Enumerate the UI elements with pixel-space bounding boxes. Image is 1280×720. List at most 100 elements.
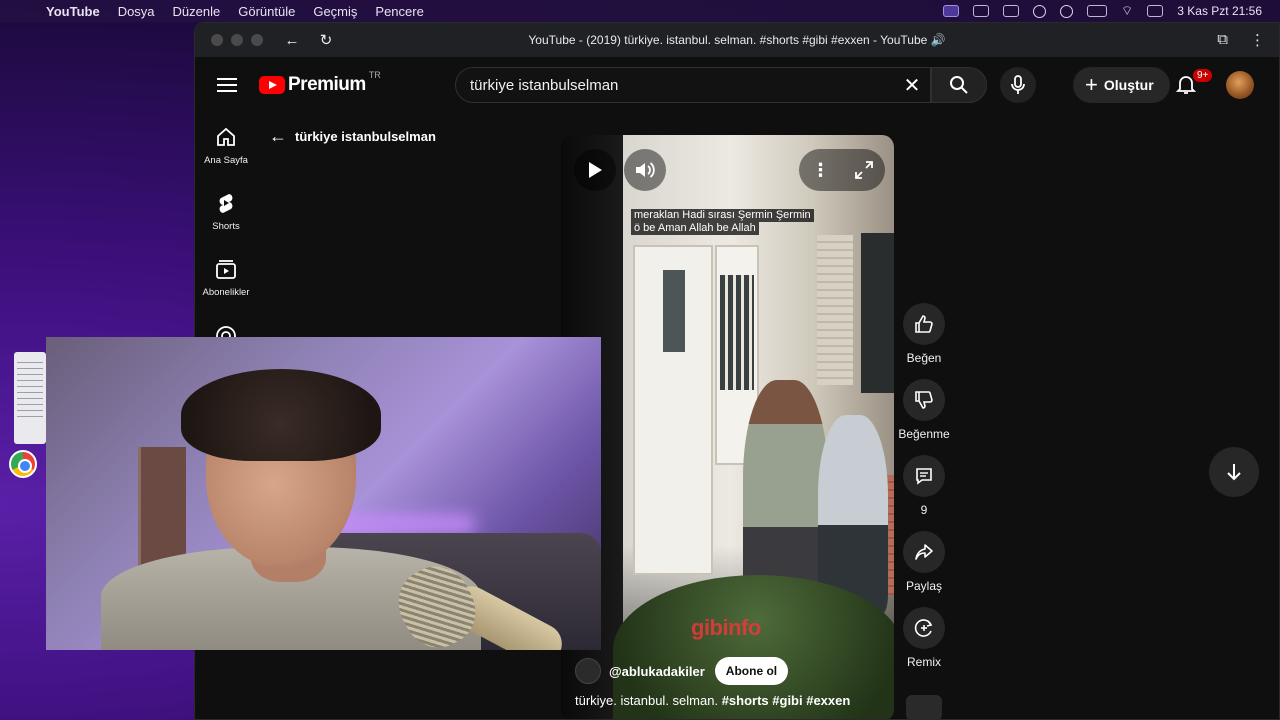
zoom-window-button[interactable] <box>251 34 263 46</box>
window-title: YouTube - (2019) türkiye. istanbul. selm… <box>528 33 946 47</box>
more-menu-icon[interactable]: ⋮ <box>1250 31 1265 49</box>
sidebar-item-label: Shorts <box>212 221 240 232</box>
share-label: Paylaş <box>905 579 943 593</box>
menu-bar: YouTube Dosya Düzenle Görüntüle Geçmiş P… <box>0 0 1280 22</box>
more-options-icon[interactable]: ⋮ <box>812 160 830 181</box>
menu-icon[interactable] <box>217 78 237 92</box>
brand-text: Premium <box>288 74 366 95</box>
youtube-header: Premium TR türkiye istanbulselman ✕ + Ol… <box>195 57 1279 113</box>
comments-button[interactable] <box>903 455 945 497</box>
subscribe-button[interactable]: Abone ol <box>714 657 789 685</box>
shorts-actions: Beğen Beğenme 9 Paylaş Remix <box>897 303 951 683</box>
subtitles: meraklan Hadi sırası Şermin Şermin ö be … <box>631 209 814 235</box>
menu-history[interactable]: Geçmiş <box>313 4 357 19</box>
menu-window[interactable]: Pencere <box>375 4 423 19</box>
play-status-icon[interactable] <box>1033 4 1047 18</box>
share-icon <box>915 544 933 560</box>
results-title: türkiye istanbulselman <box>295 129 436 144</box>
streamer-hair <box>181 369 381 461</box>
remix-label: Remix <box>906 655 941 669</box>
create-button[interactable]: + Oluştur <box>1073 67 1170 103</box>
volume-button[interactable] <box>624 149 666 191</box>
video-title-text: türkiye. istanbul. selman. <box>575 693 719 708</box>
back-arrow-icon[interactable]: ← <box>283 32 301 49</box>
search-button[interactable] <box>931 67 987 103</box>
like-label: Beğen <box>906 351 942 365</box>
window-thumbnail[interactable] <box>14 352 46 444</box>
menu-app-name[interactable]: YouTube <box>46 4 100 19</box>
clear-search-icon[interactable]: ✕ <box>894 73 930 98</box>
wifi-icon[interactable]: ⌔ <box>1121 3 1133 19</box>
battery-icon[interactable] <box>1087 5 1108 17</box>
remix-button[interactable] <box>903 607 945 649</box>
display-icon[interactable] <box>1003 5 1020 17</box>
sidebar-item-label: Abonelikler <box>202 287 250 298</box>
video-watermark: gibinfo <box>691 615 761 640</box>
home-icon <box>217 127 235 146</box>
shutter-left <box>817 235 853 385</box>
subtitle-line-2: ö be Aman Allah be Allah <box>631 222 759 235</box>
subtitle-line-1: meraklan Hadi sırası Şermin Şermin <box>631 209 814 222</box>
play-button[interactable] <box>574 149 616 191</box>
shorts-player[interactable]: ⋮ meraklan Hadi sırası Şermin Şermin ö b… <box>561 135 894 719</box>
dark-window <box>861 233 894 393</box>
channel-info: @ablukadakiler Abone ol <box>575 657 789 685</box>
video-title[interactable]: türkiye. istanbul. selman. #shorts #gibi… <box>575 693 850 708</box>
datetime[interactable]: 3 Kas Pzt 21:56 <box>1177 4 1262 18</box>
focus-icon[interactable] <box>1060 4 1074 18</box>
screen-record-icon[interactable] <box>943 5 960 17</box>
like-action[interactable]: Beğen <box>897 303 951 365</box>
share-action[interactable]: Paylaş <box>897 531 951 593</box>
door-window <box>663 270 685 352</box>
share-button[interactable] <box>903 531 945 573</box>
back-arrow-icon[interactable]: ← <box>269 126 287 147</box>
sidebar-item-subscriptions[interactable]: Abonelikler <box>195 245 257 311</box>
close-window-button[interactable] <box>211 34 223 46</box>
remix-icon <box>914 619 933 637</box>
mission-control-icon[interactable] <box>973 5 990 17</box>
barred-window <box>720 275 754 390</box>
notification-badge: 9+ <box>1193 69 1213 82</box>
subscriptions-icon <box>216 260 236 279</box>
region-code: TR <box>368 70 381 80</box>
sidebar-item-home[interactable]: Ana Sayfa <box>195 113 257 179</box>
menu-edit[interactable]: Düzenle <box>173 4 221 19</box>
like-button[interactable] <box>903 303 945 345</box>
comments-action[interactable]: 9 <box>897 455 951 517</box>
youtube-logo[interactable]: Premium TR <box>259 70 381 96</box>
title-bar: ← ↻ YouTube - (2019) türkiye. istanbul. … <box>195 23 1279 57</box>
search-box[interactable]: türkiye istanbulselman ✕ <box>455 67 931 103</box>
audio-source-thumbnail[interactable] <box>906 695 942 719</box>
player-controls-group: ⋮ <box>799 149 885 191</box>
video-title-tags[interactable]: #shorts #gibi #exxen <box>722 693 851 708</box>
dislike-button[interactable] <box>903 379 945 421</box>
minimize-window-button[interactable] <box>231 34 243 46</box>
next-short-button[interactable] <box>1209 447 1259 497</box>
traffic-lights <box>211 34 263 46</box>
channel-avatar[interactable] <box>575 658 601 684</box>
comments-count: 9 <box>920 503 928 517</box>
reload-icon[interactable]: ↻ <box>317 31 335 49</box>
sidebar-item-shorts[interactable]: Shorts <box>195 179 257 245</box>
youtube-play-icon <box>259 76 285 94</box>
plus-icon: + <box>1085 72 1098 97</box>
menu-file[interactable]: Dosya <box>118 4 155 19</box>
control-center-icon[interactable] <box>1147 5 1164 17</box>
channel-name[interactable]: @ablukadakiler <box>609 664 705 679</box>
fullscreen-icon[interactable] <box>854 161 873 179</box>
back-to-results[interactable]: ← türkiye istanbulselman <box>269 126 436 147</box>
search-input[interactable]: türkiye istanbulselman <box>456 77 894 94</box>
create-label: Oluştur <box>1103 77 1154 93</box>
sidebar-item-label: Ana Sayfa <box>204 155 248 166</box>
dislike-action[interactable]: Beğenme <box>897 379 951 441</box>
chrome-icon[interactable] <box>9 450 37 478</box>
account-avatar[interactable] <box>1226 71 1254 99</box>
thumbs-up-icon <box>915 315 933 333</box>
shorts-icon <box>219 194 233 213</box>
menu-view[interactable]: Görüntüle <box>238 4 295 19</box>
remix-action[interactable]: Remix <box>897 607 951 669</box>
voice-search-button[interactable] <box>1000 67 1036 103</box>
thumbs-down-icon <box>915 391 933 409</box>
arrow-down-icon <box>1227 464 1241 481</box>
extensions-icon[interactable]: ⧉ <box>1217 31 1228 49</box>
